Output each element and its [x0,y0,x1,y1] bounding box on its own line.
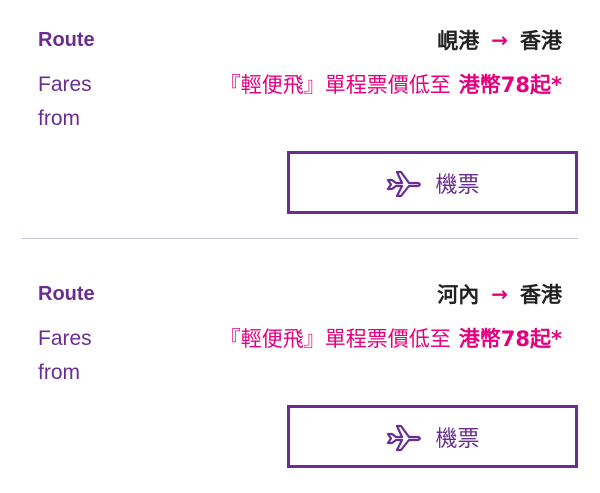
fares-description: 『輕便飛』單程票價低至 [219,73,451,97]
flight-ticket-button[interactable]: 機票 [287,405,578,468]
route-value: 河內 → 香港 [437,279,562,309]
origin-city: 河內 [437,283,480,307]
destination-city: 香港 [520,283,562,307]
fares-label: Fares from [38,327,92,384]
route-card: Route 峴港 → 香港 Fares from 『輕便飛』單程票價低至 港幣78… [0,0,600,254]
fares-price: 港幣78起* [458,327,562,351]
destination-city: 香港 [520,29,562,53]
flight-ticket-button[interactable]: 機票 [287,151,578,214]
ticket-button-label: 機票 [435,426,480,452]
route-row: Route 河內 → 香港 [38,279,562,309]
fares-price: 港幣78起* [458,73,562,97]
plane-icon [385,422,423,452]
route-row: Route 峴港 → 香港 [38,25,562,55]
ticket-button-label: 機票 [435,172,480,198]
route-value: 峴港 → 香港 [437,25,562,55]
route-card: Route 河內 → 香港 Fares from 『輕便飛』單程票價低至 港幣78… [0,254,600,493]
fares-row: Fares from 『輕便飛』單程票價低至 港幣78起* [38,68,562,136]
origin-city: 峴港 [437,29,480,53]
route-label: Route [38,282,95,305]
route-label: Route [38,28,95,51]
fares-value: 『輕便飛』單程票價低至 港幣78起* [220,68,562,102]
arrow-right-icon: → [491,282,508,306]
plane-icon [385,168,423,198]
divider [22,238,578,239]
arrow-right-icon: → [491,28,508,52]
fares-description: 『輕便飛』單程票價低至 [219,327,451,351]
fares-row: Fares from 『輕便飛』單程票價低至 港幣78起* [38,322,562,390]
fares-label: Fares from [38,73,92,130]
fares-value: 『輕便飛』單程票價低至 港幣78起* [220,322,562,356]
